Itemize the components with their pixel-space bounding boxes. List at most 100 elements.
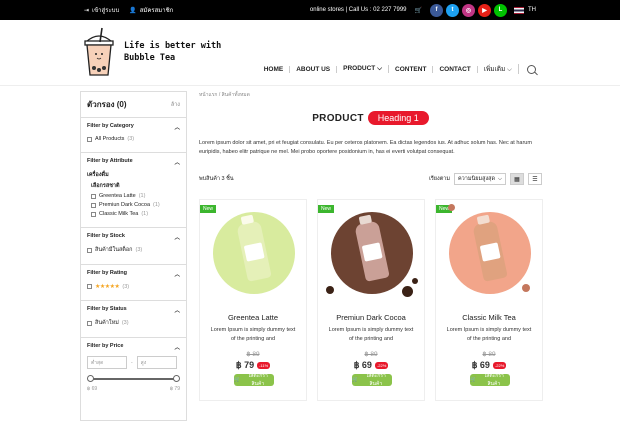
site-header: Life is better with Bubble Tea HOME ABOU… xyxy=(0,20,620,86)
checkbox[interactable] xyxy=(87,320,92,326)
register-link[interactable]: 👤 สมัครสมาชิก xyxy=(129,5,173,15)
product-description: Lorem Ipsum is simply dummy text of the … xyxy=(446,327,532,342)
status-filter: Filter by Status ︿ สินค้าใหม่ (3) xyxy=(81,301,186,338)
collapse-icon[interactable]: ︿ xyxy=(174,158,180,166)
list-view-icon[interactable]: ☰ xyxy=(528,173,542,185)
min-price-value: ฿ 69 xyxy=(87,386,98,392)
filter-option[interactable]: Greentea Latte (1) xyxy=(87,193,180,199)
category-filter: Filter by Category ︿ All Products (3) xyxy=(81,118,186,153)
collapse-icon[interactable]: ︿ xyxy=(174,270,180,278)
attribute-filter: Filter by Attribute ︿ เครื่องดื่ม เลือกรส… xyxy=(81,153,186,228)
user-icon: 👤 xyxy=(129,7,137,14)
site-logo[interactable]: Life is better with Bubble Tea xyxy=(80,26,221,78)
collapse-icon[interactable]: ︿ xyxy=(174,123,180,131)
rating-filter: Filter by Rating ︿ ★★★★★ (3) xyxy=(81,265,186,301)
filter-option[interactable]: Premiun Dark Cocoa (1) xyxy=(87,202,180,208)
instagram-icon[interactable]: ◎ xyxy=(462,3,475,17)
product-description: Lorem Ipsum is simply dummy text of the … xyxy=(210,327,296,342)
max-price-input[interactable]: สูง xyxy=(136,356,177,369)
contact-text: online stores | Call Us : 02 227 7999 xyxy=(309,7,407,13)
collapse-icon[interactable]: ︿ xyxy=(174,343,180,351)
page-title: PRODUCT Heading 1 xyxy=(199,111,542,125)
nav-content[interactable]: CONTENT xyxy=(389,65,434,73)
product-price: ฿ 79 xyxy=(235,360,255,370)
login-icon: ⇥ xyxy=(84,7,90,14)
old-price: ฿ 89 xyxy=(364,351,378,358)
nav-product[interactable]: PRODUCT ⌵ xyxy=(337,65,390,73)
min-handle[interactable] xyxy=(87,375,94,382)
sort-label: เรียงตาม xyxy=(428,176,450,182)
discount-badge: -22% xyxy=(492,362,507,369)
filter-option[interactable]: Classic Milk Tea (1) xyxy=(87,211,180,217)
line-icon[interactable]: L xyxy=(494,3,507,17)
collapse-icon[interactable]: ︿ xyxy=(174,306,180,314)
filter-option[interactable]: สินค้าใหม่ (3) xyxy=(87,319,180,327)
checkbox[interactable] xyxy=(87,247,92,253)
top-bar: ⇥ เข้าสู่ระบบ 👤 สมัครสมาชิก online stores … xyxy=(0,0,620,20)
checkbox[interactable] xyxy=(87,136,92,142)
product-card[interactable]: New Premiun Dark Cocoa Lorem Ipsum is simp… xyxy=(317,199,425,401)
product-name[interactable]: Classic Milk Tea xyxy=(436,313,542,322)
filter-option[interactable]: สินค้ามีในสต็อก (3) xyxy=(87,246,180,254)
facebook-icon[interactable]: f xyxy=(430,3,443,17)
login-link[interactable]: ⇥ เข้าสู่ระบบ xyxy=(84,5,119,15)
cart-icon: 🛒 xyxy=(352,377,360,383)
product-price: ฿ 69 xyxy=(471,360,490,370)
max-handle[interactable] xyxy=(173,375,180,382)
cart-icon: 🛒 xyxy=(234,377,242,383)
product-name[interactable]: Premiun Dark Cocoa xyxy=(318,313,424,322)
filter-option[interactable]: All Products (3) xyxy=(87,136,180,142)
search-icon[interactable] xyxy=(527,64,536,74)
chevron-down-icon: ⌵ xyxy=(497,175,502,182)
stock-filter: Filter by Stock ︿ สินค้ามีในสต็อก (3) xyxy=(81,228,186,265)
checkbox[interactable] xyxy=(91,211,96,217)
filter-sidebar: ตัวกรอง (0) ล้าง Filter by Category ︿ All… xyxy=(80,91,187,421)
nav-contact[interactable]: CONTACT xyxy=(433,65,478,73)
grid-view-icon[interactable]: ▦ xyxy=(510,173,524,185)
product-card[interactable]: New Classic Milk Tea Lorem Ipsum is simply… xyxy=(435,199,543,401)
nav-home[interactable]: HOME xyxy=(258,65,291,73)
result-count: พบสินค้า 3 ชิ้น xyxy=(199,176,234,182)
discount-badge: -22% xyxy=(374,362,389,369)
cart-icon[interactable]: 🛒 xyxy=(415,7,422,14)
checkbox[interactable] xyxy=(87,284,92,289)
heading-badge: Heading 1 xyxy=(367,111,429,125)
filter-option[interactable]: ★★★★★ (3) xyxy=(87,283,180,290)
main-nav: HOME ABOUT US PRODUCT ⌵ CONTENT CONTACT … xyxy=(258,64,536,74)
product-name[interactable]: Greentea Latte xyxy=(200,313,306,322)
new-badge: New xyxy=(200,205,217,213)
collapse-icon[interactable]: ︿ xyxy=(174,233,180,241)
attribute-subgroup: เลือกรสชาติ xyxy=(91,183,120,189)
twitter-icon[interactable]: t xyxy=(446,3,459,17)
nav-more[interactable]: เพิ่มเติม ⌵ xyxy=(478,64,519,74)
product-card[interactable]: New Greentea Latte Lorem Ipsum is simply d… xyxy=(199,199,307,401)
logo-brand: Bubble Tea xyxy=(124,53,176,63)
logo-tagline: Life is better with xyxy=(124,41,222,51)
star-rating-icon: ★★★★★ xyxy=(95,284,120,290)
checkbox[interactable] xyxy=(91,193,96,199)
youtube-icon[interactable]: ▶ xyxy=(478,3,491,17)
price-range-slider[interactable] xyxy=(87,375,180,383)
checkbox[interactable] xyxy=(91,202,96,208)
sort-select[interactable]: ความนิยมสูงสุด ⌵ xyxy=(454,173,506,185)
product-price: ฿ 69 xyxy=(353,360,372,370)
main-content: หน้าแรก / สินค้าทั้งหมด PRODUCT Heading … xyxy=(199,91,543,401)
language-label[interactable]: TH xyxy=(528,7,536,13)
breadcrumb: หน้าแรก / สินค้าทั้งหมด xyxy=(199,92,250,98)
bubble-tea-cup-icon xyxy=(84,27,114,76)
toolbar: พบสินค้า 3 ชิ้น เรียงตาม ความนิยมสูงสุด ⌵… xyxy=(199,173,542,185)
new-badge: New xyxy=(318,205,335,213)
add-to-cart-button[interactable]: 🛒 ใส่ตะกร้าสินค้า xyxy=(352,373,392,387)
add-to-cart-button[interactable]: 🛒 ใส่ตะกร้าสินค้า xyxy=(234,373,274,387)
page-description: Lorem ipsum dolor sit amet, pri et feugi… xyxy=(199,140,532,155)
add-to-cart-button[interactable]: 🛒 ใส่ตะกร้าสินค้า xyxy=(470,373,510,387)
cart-icon: 🛒 xyxy=(470,377,478,383)
product-grid: New Greentea Latte Lorem Ipsum is simply d… xyxy=(199,199,543,401)
attribute-group: เครื่องดื่ม xyxy=(87,172,109,178)
clear-filters-link[interactable]: ล้าง xyxy=(171,101,180,109)
thai-flag-icon[interactable] xyxy=(514,6,524,14)
min-price-input[interactable]: ต่ำสุด xyxy=(87,356,127,369)
old-price: ฿ 89 xyxy=(482,351,496,358)
discount-badge: -11% xyxy=(257,362,271,369)
nav-about[interactable]: ABOUT US xyxy=(290,65,338,73)
